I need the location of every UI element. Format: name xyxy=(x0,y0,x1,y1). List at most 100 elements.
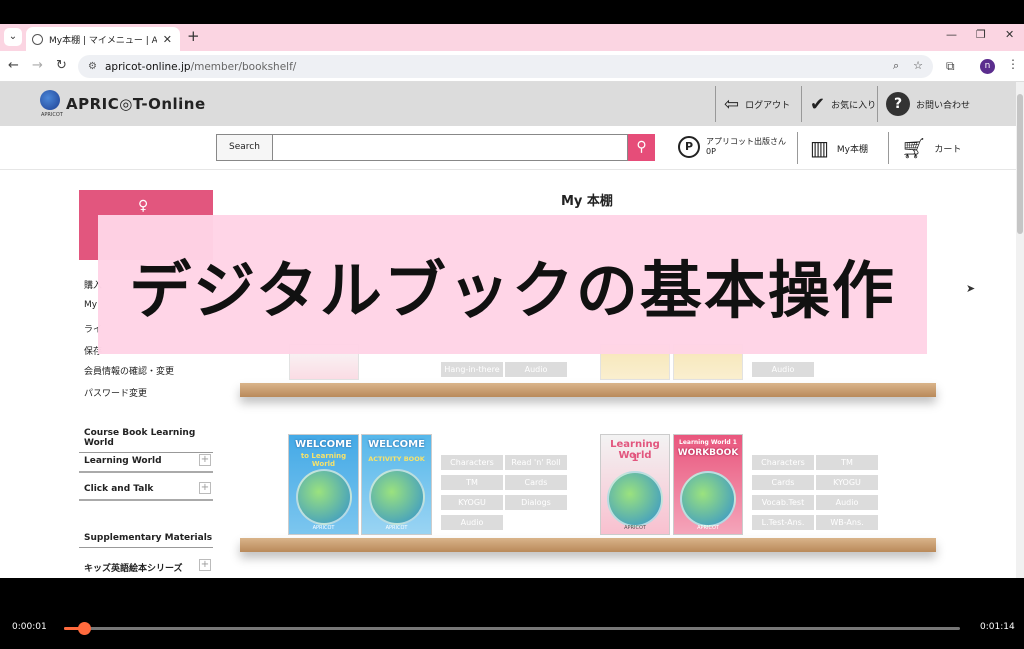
bookshelf-board xyxy=(240,383,936,397)
expand-plus-icon[interactable]: + xyxy=(199,482,211,494)
logo-subtext: APRICOT xyxy=(41,112,63,118)
resource-button[interactable]: KYOGU xyxy=(441,495,503,510)
logout-icon: ⇦ xyxy=(724,93,740,115)
book-title: Learning World 1 xyxy=(679,439,737,446)
browser-tab[interactable]: My本棚 | マイメニュー | APRICOT-O ✕ xyxy=(26,27,180,51)
close-tab-icon[interactable]: ✕ xyxy=(163,33,172,46)
extensions-icon[interactable]: ⧉ xyxy=(946,59,955,74)
resource-button[interactable]: Dialogs xyxy=(505,495,567,510)
resource-button[interactable]: Characters xyxy=(752,455,814,470)
video-caption-overlay: デジタルブックの基本操作 xyxy=(98,215,927,354)
resource-button[interactable]: Read 'n' Roll xyxy=(505,455,567,470)
reload-icon[interactable]: ↻ xyxy=(56,58,67,73)
resource-button[interactable]: Hang-in-there xyxy=(441,362,503,377)
points-owner: アプリコット出版さん xyxy=(706,137,786,146)
search-input[interactable] xyxy=(273,134,628,161)
expand-plus-icon[interactable]: + xyxy=(199,559,211,571)
points-icon: P xyxy=(678,136,700,158)
sidebar-link-my[interactable]: My xyxy=(84,300,97,310)
site-info-icon[interactable]: ⚙ xyxy=(88,61,97,72)
bookmark-star-icon[interactable]: ☆ xyxy=(913,59,923,73)
resource-button[interactable]: TM xyxy=(816,455,878,470)
minimize-icon[interactable]: — xyxy=(946,28,957,41)
resource-button[interactable]: WB-Ans. xyxy=(816,515,878,530)
resource-button[interactable]: Vocab.Test xyxy=(752,495,814,510)
points-display[interactable]: P アプリコット出版さん 0P xyxy=(678,136,786,158)
search-label: Search xyxy=(216,134,273,161)
search-icon: ⚲ xyxy=(636,139,647,155)
current-time: 0:00:01 xyxy=(12,622,47,632)
total-time: 0:01:14 xyxy=(980,622,1015,632)
browser-tab-bar: ⌄ My本棚 | マイメニュー | APRICOT-O ✕ + — ❐ ✕ xyxy=(0,24,1024,51)
resource-button[interactable]: KYOGU xyxy=(816,475,878,490)
book-activity[interactable]: WELCOME ACTIVITY BOOK APRICOT xyxy=(361,434,432,535)
mouse-cursor-icon: ➤ xyxy=(966,282,976,295)
sidebar-acc-click-and-talk[interactable]: Click and Talk + xyxy=(79,482,213,501)
tab-title: My本棚 | マイメニュー | APRICOT-O xyxy=(49,35,157,46)
sidebar-link-member-info[interactable]: 会員情報の確認・変更 xyxy=(84,364,174,377)
resource-button[interactable]: Audio xyxy=(441,515,503,530)
favorites-button[interactable]: ✔ お気に入り xyxy=(801,86,876,122)
logout-button[interactable]: ⇦ ログアウト xyxy=(715,86,790,122)
checkmark-icon: ✔ xyxy=(810,93,826,115)
browser-toolbar: ← → ↻ ⚙ apricot-online.jp/member/bookshe… xyxy=(0,51,1024,82)
page-title: My 本棚 xyxy=(561,194,613,209)
logout-label: ログアウト xyxy=(745,100,791,111)
sidebar-acc-label: キッズ英語絵本シリーズ xyxy=(84,564,183,574)
forward-arrow-icon[interactable]: → xyxy=(32,58,43,73)
user-icon: ♀ xyxy=(138,198,149,214)
resource-button[interactable]: Audio xyxy=(505,362,567,377)
cart-button[interactable]: 🛒︎ カート xyxy=(888,132,961,164)
contact-button[interactable]: ? お問い合わせ xyxy=(877,86,970,122)
back-arrow-icon[interactable]: ← xyxy=(8,58,19,73)
restore-icon[interactable]: ❐ xyxy=(976,28,986,41)
seek-bar[interactable] xyxy=(64,622,960,635)
book-welcome[interactable]: WELCOME to Learning World APRICOT xyxy=(288,434,359,535)
search-row: Search ⚲ P アプリコット出版さん 0P ▥ My本棚 🛒︎ カート xyxy=(0,126,1016,170)
publisher-tag: APRICOT xyxy=(624,525,646,531)
sidebar-link-password[interactable]: パスワード変更 xyxy=(84,386,147,399)
sidebar-acc-kids-books[interactable]: キッズ英語絵本シリーズ + xyxy=(79,559,213,578)
scrollbar-thumb[interactable] xyxy=(1017,94,1023,234)
book-number: 1 xyxy=(631,453,639,464)
site-logo[interactable]: APRIC◎T-Online xyxy=(66,95,206,113)
resource-button[interactable]: L.Test-Ans. xyxy=(752,515,814,530)
search-button[interactable]: ⚲ xyxy=(628,134,655,161)
book-subtitle: WORKBOOK xyxy=(677,448,739,458)
resource-button[interactable]: Cards xyxy=(752,475,814,490)
caption-text: デジタルブックの基本操作 xyxy=(129,253,896,327)
site-header: APRICOT APRIC◎T-Online ⇦ ログアウト ✔ お気に入り ?… xyxy=(0,82,1016,126)
profile-avatar[interactable]: n xyxy=(980,59,995,74)
sidebar-section-course: Course Book Learning World xyxy=(79,428,213,453)
book-title: WELCOME xyxy=(295,439,352,450)
book-subtitle: to Learning World xyxy=(300,452,347,468)
resource-button[interactable]: Characters xyxy=(441,455,503,470)
book-learning-world[interactable]: Learning World 1 APRICOT xyxy=(600,434,670,535)
expand-plus-icon[interactable]: + xyxy=(199,454,211,466)
browser-menu-icon[interactable]: ⋮ xyxy=(1007,57,1019,71)
resource-button[interactable]: Cards xyxy=(505,475,567,490)
points-text: アプリコット出版さん 0P xyxy=(706,137,786,157)
cart-label: カート xyxy=(934,144,962,155)
globe-icon xyxy=(32,33,43,45)
book-workbook[interactable]: Learning World 1 WORKBOOK APRICOT xyxy=(673,434,743,535)
tab-search-chevron-icon[interactable]: ⌄ xyxy=(4,28,22,46)
page-scrollbar[interactable] xyxy=(1016,82,1024,578)
new-tab-icon[interactable]: + xyxy=(187,27,200,45)
globe-illustration xyxy=(368,469,425,525)
sidebar-acc-learning-world[interactable]: Learning World + xyxy=(79,454,213,473)
close-window-icon[interactable]: ✕ xyxy=(1005,28,1014,41)
points-value: 0P xyxy=(706,147,716,156)
publisher-tag: APRICOT xyxy=(312,525,335,531)
address-bar[interactable]: ⚙ apricot-online.jp/member/bookshelf/ ⌕ … xyxy=(78,55,933,78)
apricot-logo-icon[interactable] xyxy=(40,90,60,110)
resource-button[interactable]: TM xyxy=(441,475,503,490)
my-bookshelf-button[interactable]: ▥ My本棚 xyxy=(797,132,868,164)
cart-icon: 🛒︎ xyxy=(901,136,927,160)
resource-button[interactable]: Audio xyxy=(816,495,878,510)
resource-button[interactable]: Audio xyxy=(752,362,814,377)
question-icon: ? xyxy=(886,92,910,116)
seek-thumb[interactable] xyxy=(78,622,91,635)
sidebar-acc-label: Click and Talk xyxy=(84,484,154,494)
zoom-icon[interactable]: ⌕ xyxy=(893,59,899,73)
